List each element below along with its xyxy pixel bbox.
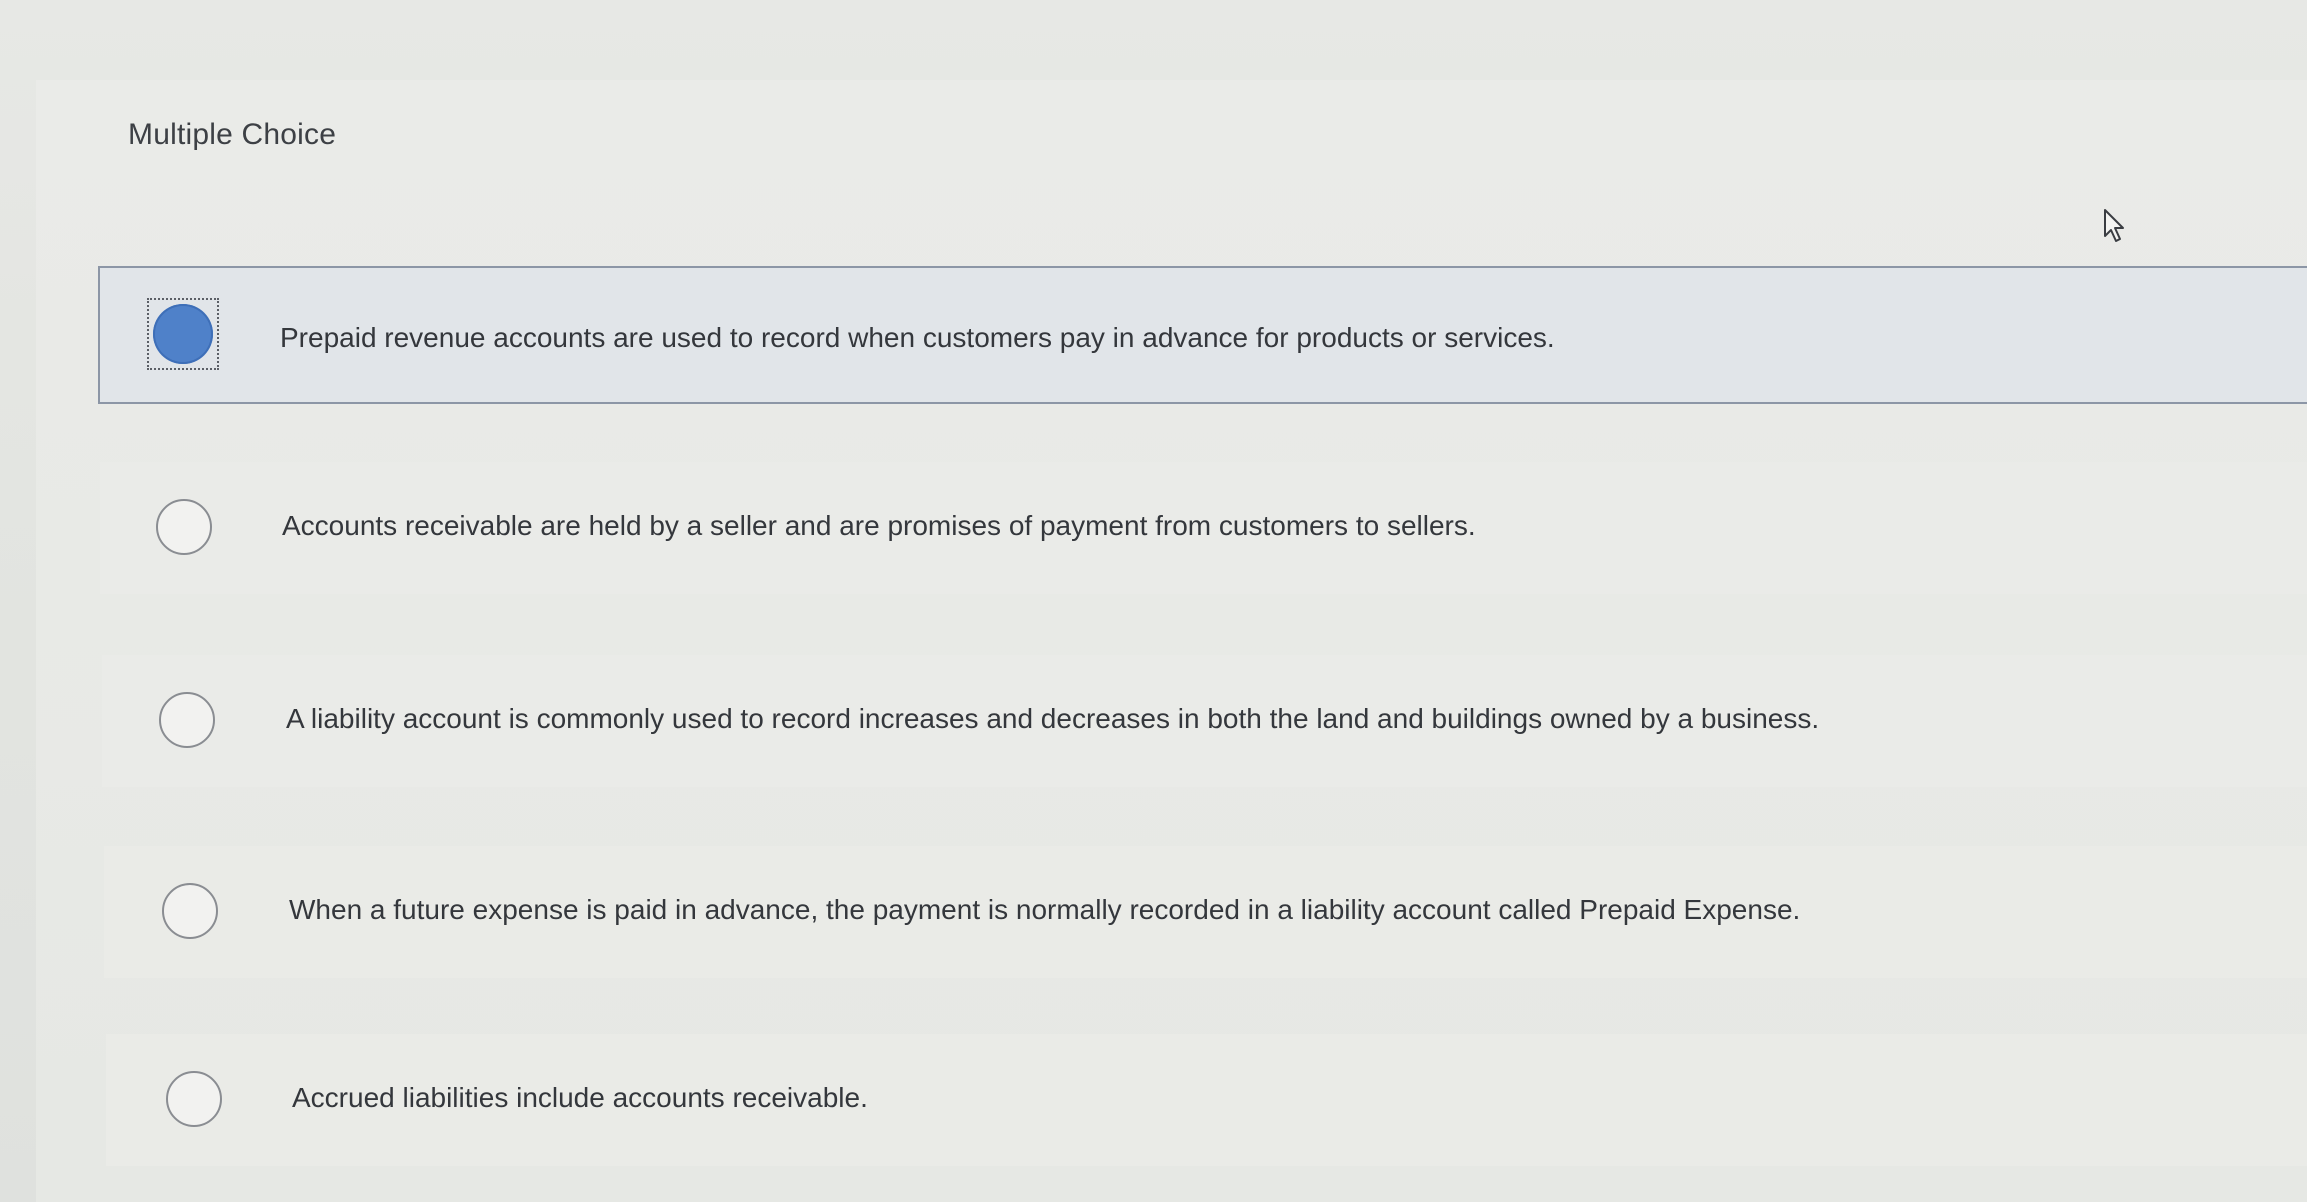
mouse-pointer-icon [2104,209,2124,242]
answer-option-4[interactable]: When a future expense is paid in advance… [104,846,2307,978]
radio-button[interactable] [162,883,218,939]
answer-option-1[interactable]: Prepaid revenue accounts are used to rec… [98,266,2307,404]
radio-button[interactable] [156,499,212,555]
answer-option-label: Accrued liabilities include accounts rec… [292,1082,868,1113]
answer-option-label: Accounts receivable are held by a seller… [282,510,1476,541]
answer-option-label: When a future expense is paid in advance… [289,894,1801,925]
answer-option-5[interactable]: Accrued liabilities include accounts rec… [106,1034,2307,1166]
answer-option-3[interactable]: A liability account is commonly used to … [102,655,2307,787]
question-type-heading: Multiple Choice [128,118,337,151]
answer-option-2[interactable]: Accounts receivable are held by a seller… [100,462,2307,594]
radio-button[interactable] [166,1071,222,1127]
radio-button[interactable] [159,692,215,748]
page: Multiple Choice Prepaid revenue accounts… [0,0,2307,1202]
answer-option-label: A liability account is commonly used to … [286,703,1820,734]
answer-option-label: Prepaid revenue accounts are used to rec… [280,322,1555,353]
radio-button-selected[interactable] [153,304,213,364]
